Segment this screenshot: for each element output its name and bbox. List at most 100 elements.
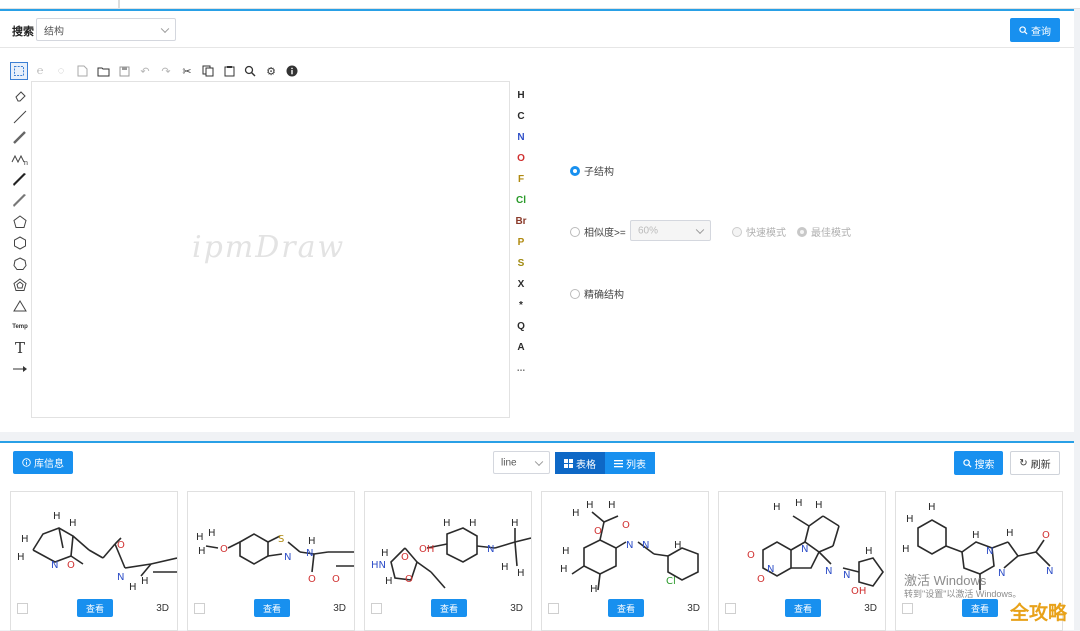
element-button[interactable]: S <box>512 253 530 274</box>
search-type-select[interactable]: 结构 <box>36 18 176 41</box>
similarity-radio[interactable]: 相似度>= <box>570 224 626 239</box>
triangle-icon[interactable] <box>10 295 30 316</box>
wedge-bond-icon[interactable] <box>10 169 30 190</box>
svg-text:N: N <box>626 540 633 551</box>
result-card: HHH OSN HNOO 查看 3D <box>187 491 355 631</box>
lib-info-button[interactable]: 库信息 <box>13 451 73 474</box>
undo-icon[interactable]: ↶ <box>136 62 154 80</box>
svg-text:H: H <box>469 518 477 529</box>
search-row: 搜索 结构 查询 <box>0 11 1074 48</box>
view-button[interactable]: 查看 <box>608 599 644 617</box>
fast-mode-radio[interactable]: 快速模式 <box>732 224 786 239</box>
cyclopentadiene-icon[interactable] <box>10 274 30 295</box>
query-button[interactable]: 查询 <box>1010 18 1060 42</box>
view-button[interactable]: 查看 <box>77 599 113 617</box>
list-view-button[interactable]: 列表 <box>605 452 655 474</box>
result-card: HHH NNN OON OH H 查看 3D <box>718 491 886 631</box>
card-checkbox[interactable] <box>194 603 205 614</box>
3d-link[interactable]: 3D <box>687 603 700 614</box>
chain-icon[interactable]: n <box>10 148 30 169</box>
svg-text:N: N <box>825 566 832 577</box>
double-bond-icon[interactable] <box>10 127 30 148</box>
card-checkbox[interactable] <box>548 603 559 614</box>
redo-icon[interactable]: ↷ <box>157 62 175 80</box>
grid-icon <box>564 458 573 468</box>
svg-text:H: H <box>511 518 519 529</box>
element-button[interactable]: F <box>512 169 530 190</box>
svg-text:H: H <box>560 564 568 575</box>
svg-text:H: H <box>141 576 149 587</box>
info-circle-icon <box>22 458 31 467</box>
single-bond-icon[interactable] <box>10 106 30 127</box>
3d-link[interactable]: 3D <box>156 603 169 614</box>
best-mode-radio[interactable]: 最佳模式 <box>797 224 851 239</box>
3d-link[interactable]: 3D <box>510 603 523 614</box>
view-button[interactable]: 查看 <box>962 599 998 617</box>
template-icon[interactable]: Temp <box>10 316 30 337</box>
card-checkbox[interactable] <box>725 603 736 614</box>
3d-link[interactable]: 3D <box>864 603 877 614</box>
new-file-icon[interactable] <box>73 62 91 80</box>
drawing-canvas[interactable]: ipmDraw <box>31 81 510 418</box>
view-button[interactable]: 查看 <box>431 599 467 617</box>
card-checkbox[interactable] <box>902 603 913 614</box>
cut-icon[interactable]: ✂ <box>178 62 196 80</box>
pentagon-icon[interactable] <box>10 211 30 232</box>
element-button[interactable]: A <box>512 337 530 358</box>
svg-text:N: N <box>986 546 993 557</box>
element-button[interactable]: N <box>512 127 530 148</box>
view-button[interactable]: 查看 <box>785 599 821 617</box>
info-icon[interactable] <box>283 62 301 80</box>
open-folder-icon[interactable] <box>94 62 112 80</box>
hash-bond-icon[interactable] <box>10 190 30 211</box>
zoom-icon[interactable] <box>241 62 259 80</box>
select-icon[interactable] <box>10 62 28 80</box>
svg-text:O: O <box>220 544 228 555</box>
hexagon-icon[interactable] <box>10 232 30 253</box>
svg-text:OH: OH <box>851 586 866 596</box>
view-button[interactable]: 查看 <box>254 599 290 617</box>
eraser-icon[interactable] <box>10 85 30 106</box>
lasso-icon[interactable]: ℮ <box>31 62 49 80</box>
element-button[interactable]: P <box>512 232 530 253</box>
query-button-label: 查询 <box>1031 26 1051 38</box>
radio-icon <box>732 226 742 237</box>
paste-icon[interactable] <box>220 62 238 80</box>
settings-icon[interactable]: ⚙ <box>262 62 280 80</box>
copy-icon[interactable] <box>199 62 217 80</box>
svg-text:H: H <box>385 576 393 587</box>
molecule-structure-image: HHNH OOHO H HN HHH <box>371 518 531 589</box>
3d-link[interactable]: 3D <box>333 603 346 614</box>
svg-text:O: O <box>117 540 125 551</box>
exact-radio[interactable]: 精确结构 <box>570 286 624 301</box>
save-icon[interactable] <box>115 62 133 80</box>
element-button[interactable]: Q <box>512 316 530 337</box>
molecule-structure-image: HHH NN N OON OHH <box>747 498 884 596</box>
line-select[interactable]: line <box>493 451 550 474</box>
element-button[interactable]: H <box>512 85 530 106</box>
lib-info-label: 库信息 <box>34 459 64 470</box>
refresh-button[interactable]: ↻ 刷新 <box>1010 451 1060 475</box>
element-button[interactable]: Cl <box>512 190 530 211</box>
element-button[interactable]: X <box>512 274 530 295</box>
svg-text:H: H <box>928 502 936 513</box>
card-checkbox[interactable] <box>17 603 28 614</box>
element-button[interactable]: C <box>512 106 530 127</box>
result-card: HHH OON N H Cl HHH 查看 3D <box>541 491 709 631</box>
text-icon[interactable]: T <box>10 337 30 358</box>
heptagon-icon[interactable] <box>10 253 30 274</box>
element-button[interactable]: O <box>512 148 530 169</box>
element-button[interactable]: * <box>512 295 530 316</box>
erase-tool-icon[interactable]: ◌ <box>52 62 70 80</box>
similarity-select[interactable]: 60% <box>630 220 711 241</box>
substructure-radio[interactable]: 子结构 <box>570 163 614 178</box>
svg-text:N: N <box>642 540 649 551</box>
svg-text:H: H <box>196 532 204 543</box>
card-checkbox[interactable] <box>371 603 382 614</box>
element-button[interactable]: Br <box>512 211 530 232</box>
svg-text:H: H <box>586 500 594 511</box>
table-view-button[interactable]: 表格 <box>555 452 605 474</box>
search-button[interactable]: 搜索 <box>954 451 1003 475</box>
element-button[interactable]: ... <box>512 358 530 379</box>
arrow-icon[interactable] <box>10 358 30 379</box>
